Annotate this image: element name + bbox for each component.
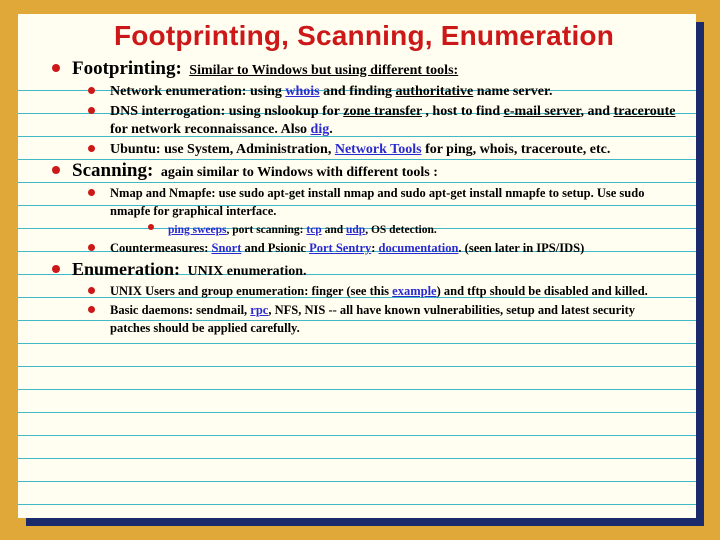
fp-item-1: Network enumeration: using whois and fin… <box>88 82 676 101</box>
bullet-icon <box>88 107 95 114</box>
link-whois[interactable]: whois <box>285 84 319 99</box>
bullet-icon <box>148 224 154 230</box>
bullet-icon <box>88 189 95 196</box>
link-rpc[interactable]: rpc <box>250 303 268 317</box>
text-authoritative: authoritative <box>396 84 474 99</box>
bullet-icon <box>52 166 60 174</box>
sc-item-2: Countermeasures: Snort and Psionic Port … <box>88 239 676 257</box>
text: DNS interrogation: using nslookup for <box>110 104 343 119</box>
text: Ubuntu: use System, Administration, <box>110 142 335 157</box>
fp-item-3: Ubuntu: use System, Administration, Netw… <box>88 140 676 159</box>
enumeration-aside: UNIX enumeration. <box>188 264 307 279</box>
bullet-icon <box>52 64 60 72</box>
scanning-aside: again similar to Windows with different … <box>161 165 438 180</box>
text: for network reconnaissance. Also <box>110 122 311 137</box>
fp-item-2: DNS interrogation: using nslookup for zo… <box>88 102 676 139</box>
text: Basic daemons: sendmail, <box>110 303 250 317</box>
bullet-icon <box>88 287 95 294</box>
text: , OS detection. <box>365 224 437 236</box>
text: . (seen later in IPS/IDS) <box>458 241 584 255</box>
content-area: Footprinting, Scanning, Enumeration Foot… <box>18 14 696 347</box>
text: and finding <box>320 84 396 99</box>
footprinting-lead: Footprinting: <box>72 58 182 79</box>
text: ) and tftp should be disabled and killed… <box>437 284 648 298</box>
text-zone-transfer: zone transfer <box>343 104 422 119</box>
text: Countermeasures: <box>110 241 212 255</box>
link-udp[interactable]: udp <box>346 224 365 236</box>
enumeration-lead: Enumeration: <box>72 259 180 279</box>
text: name server. <box>473 84 552 99</box>
text: UNIX Users and group enumeration: finger… <box>110 284 392 298</box>
link-tcp[interactable]: tcp <box>306 224 321 236</box>
bullet-icon <box>88 244 95 251</box>
section-footprinting: Footprinting: Similar to Windows but usi… <box>52 58 676 158</box>
link-snort[interactable]: Snort <box>212 241 242 255</box>
link-dig[interactable]: dig <box>311 122 330 137</box>
text: Nmap and Nmapfe: use sudo apt-get instal… <box>110 186 644 218</box>
notepad: Footprinting, Scanning, Enumeration Foot… <box>18 14 696 518</box>
section-enumeration: Enumeration: UNIX enumeration. UNIX User… <box>52 259 676 337</box>
en-item-2: Basic daemons: sendmail, rpc, NFS, NIS -… <box>88 301 676 337</box>
bullet-icon <box>88 145 95 152</box>
link-ping-sweeps[interactable]: ping sweeps <box>168 224 226 236</box>
text: . <box>329 122 333 137</box>
bullet-icon <box>52 265 60 273</box>
en-item-1: UNIX Users and group enumeration: finger… <box>88 282 676 300</box>
text-email-server: e-mail server <box>504 104 581 119</box>
section-scanning: Scanning: again similar to Windows with … <box>52 160 676 257</box>
text: , host to find <box>422 104 504 119</box>
text: , and <box>580 104 613 119</box>
bullet-icon <box>88 306 95 313</box>
text: for ping, whois, traceroute, etc. <box>422 142 611 157</box>
sc-sub-1: ping sweeps, port scanning: tcp and udp,… <box>148 220 676 238</box>
text: and Psionic <box>241 241 309 255</box>
text-traceroute: traceroute <box>614 104 676 119</box>
text: and <box>322 224 346 236</box>
text: : <box>371 241 378 255</box>
scanning-lead: Scanning: <box>72 160 153 181</box>
footprinting-aside: Similar to Windows but using different t… <box>189 63 458 78</box>
link-network-tools[interactable]: Network Tools <box>335 142 422 157</box>
link-documentation[interactable]: documentation <box>379 241 459 255</box>
bullet-icon <box>88 87 95 94</box>
slide-title: Footprinting, Scanning, Enumeration <box>52 20 676 52</box>
sc-item-1: Nmap and Nmapfe: use sudo apt-get instal… <box>88 184 676 238</box>
link-example[interactable]: example <box>392 284 436 298</box>
link-port-sentry[interactable]: Port Sentry <box>309 241 371 255</box>
text: Network enumeration: using <box>110 84 285 99</box>
slide-background: Footprinting, Scanning, Enumeration Foot… <box>0 0 720 540</box>
text: , port scanning: <box>226 224 306 236</box>
